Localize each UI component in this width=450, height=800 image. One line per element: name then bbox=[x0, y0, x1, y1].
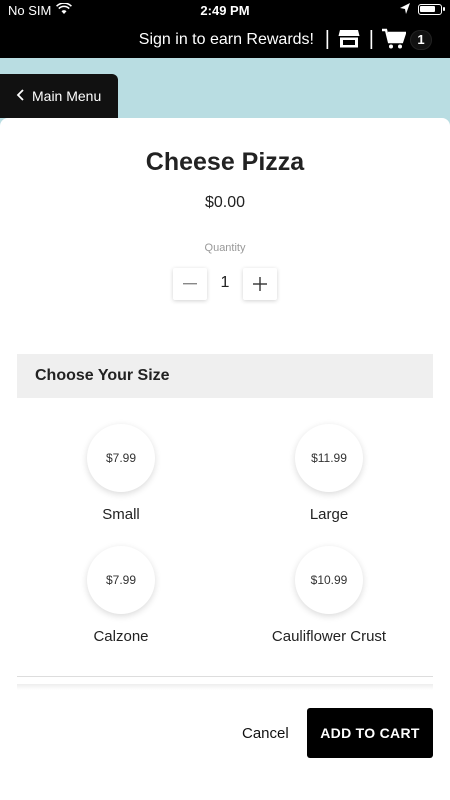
size-price-circle[interactable]: $7.99 bbox=[87, 546, 155, 614]
size-price-circle[interactable]: $11.99 bbox=[295, 424, 363, 492]
size-option-calzone[interactable]: $7.99 Calzone bbox=[31, 546, 211, 645]
clock: 2:49 PM bbox=[200, 3, 250, 18]
header-separator: | bbox=[368, 28, 374, 50]
cancel-button[interactable]: Cancel bbox=[242, 725, 289, 742]
product-price: $0.00 bbox=[204, 194, 246, 211]
quantity-decrease-button[interactable] bbox=[173, 268, 207, 300]
size-option-large[interactable]: $11.99 Large bbox=[239, 424, 419, 523]
cart-count-badge[interactable]: 1 bbox=[410, 30, 432, 50]
product-card: Cheese Pizza $0.00 Quantity 1 Choose You… bbox=[0, 118, 450, 800]
sign-in-rewards-link[interactable]: Sign in to earn Rewards! bbox=[139, 31, 314, 49]
size-option-small[interactable]: $7.99 Small bbox=[31, 424, 211, 523]
size-section-header: Choose Your Size bbox=[17, 354, 433, 398]
size-price-circle[interactable]: $10.99 bbox=[295, 546, 363, 614]
cart-icon[interactable] bbox=[382, 28, 407, 55]
divider bbox=[17, 676, 433, 677]
size-option-label: Calzone bbox=[93, 628, 149, 645]
main-menu-label: Main Menu bbox=[32, 88, 102, 104]
status-bar: No SIM 2:49 PM bbox=[0, 0, 450, 22]
battery-icon bbox=[418, 4, 445, 15]
size-price-circle[interactable]: $7.99 bbox=[87, 424, 155, 492]
top-header: Sign in to earn Rewards! | | 1 bbox=[0, 22, 450, 58]
size-option-label: Large bbox=[309, 506, 349, 523]
quantity-increase-button[interactable] bbox=[243, 268, 277, 300]
quantity-label: Quantity bbox=[204, 242, 246, 254]
next-section-edge bbox=[17, 684, 433, 690]
size-option-label: Cauliflower Crust bbox=[271, 628, 387, 645]
size-option-cauliflower-crust[interactable]: $10.99 Cauliflower Crust bbox=[239, 546, 419, 645]
quantity-value: 1 bbox=[220, 274, 230, 291]
main-menu-button[interactable]: Main Menu bbox=[0, 74, 118, 118]
store-icon[interactable] bbox=[338, 29, 360, 54]
header-separator: | bbox=[324, 28, 330, 50]
add-to-cart-button[interactable]: ADD TO CART bbox=[307, 708, 433, 758]
size-section-title: Choose Your Size bbox=[35, 367, 170, 384]
product-title: Cheese Pizza bbox=[145, 148, 305, 176]
location-icon bbox=[400, 3, 410, 18]
chevron-left-icon bbox=[16, 74, 24, 118]
size-option-label: Small bbox=[102, 506, 140, 523]
